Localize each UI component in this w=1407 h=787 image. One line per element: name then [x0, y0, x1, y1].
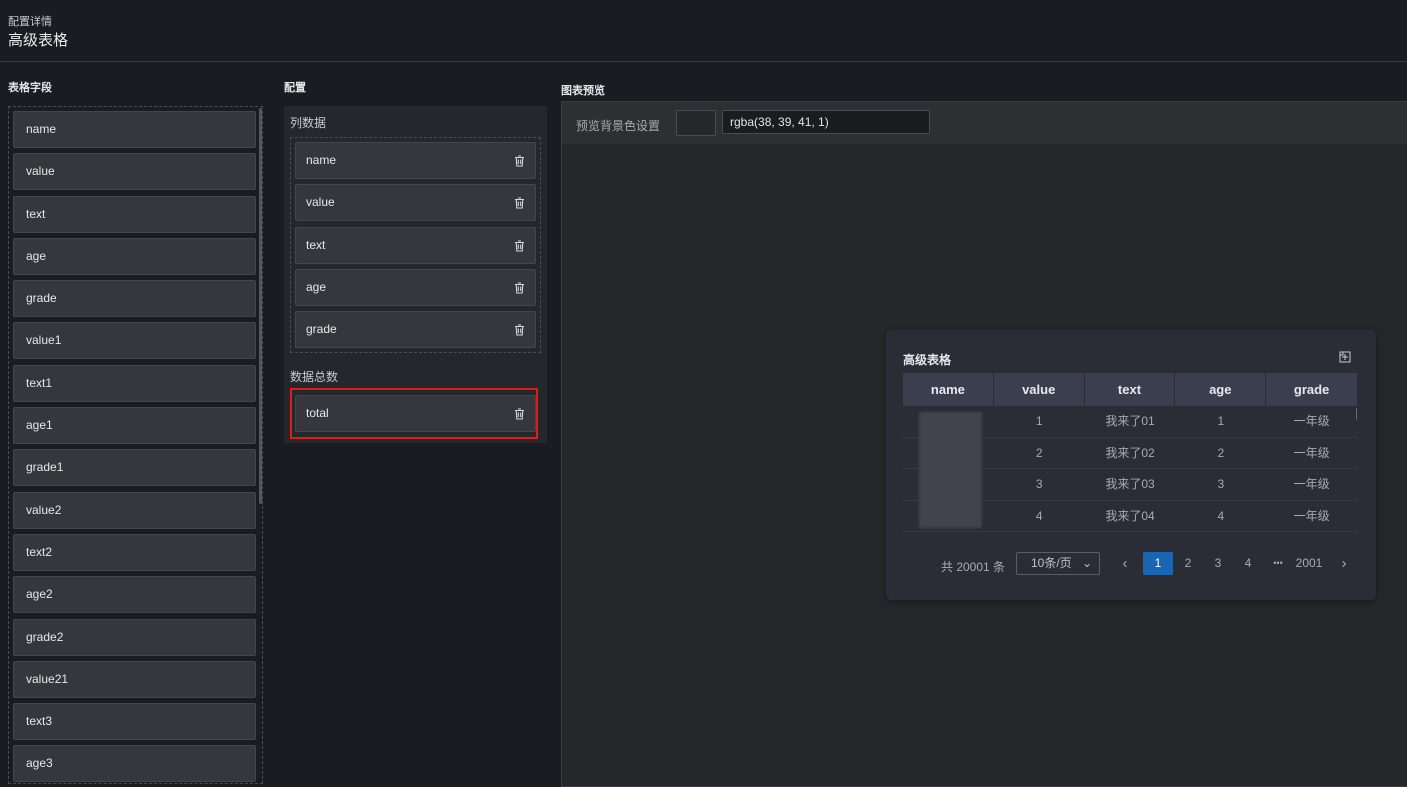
field-item[interactable]: grade1: [13, 449, 256, 487]
total-highlight-box: [290, 388, 538, 439]
table-cell: 3: [1035, 477, 1043, 491]
field-item[interactable]: text2: [13, 533, 256, 571]
page-1[interactable]: 1: [1143, 552, 1173, 575]
table-header-cell: age: [1175, 373, 1267, 406]
table-cell: 2: [1217, 445, 1225, 460]
table-header: name value text age grade: [903, 373, 1357, 406]
field-item[interactable]: text: [13, 195, 256, 233]
columns-dropzone[interactable]: name value text age grade: [290, 137, 541, 353]
advanced-table-card: 高级表格 name value text age grade 1 我来了01 1 一年级 2 我来…: [886, 330, 1376, 600]
table-header-cell: value: [994, 373, 1085, 406]
field-list: name value text age grade value1 text1 age1 grad…: [13, 111, 256, 783]
column-item-label: grade: [306, 322, 337, 337]
next-page-icon[interactable]: ›: [1337, 552, 1351, 575]
table-header-cell: name: [903, 373, 994, 406]
table-cell: 2: [1035, 445, 1043, 460]
table-cell: 一年级: [1293, 508, 1330, 523]
field-item[interactable]: text3: [13, 703, 256, 741]
table-cell: 一年级: [1293, 414, 1330, 428]
page-title: 高级表格: [8, 32, 69, 49]
page-2[interactable]: 2: [1181, 552, 1195, 575]
prev-page-icon[interactable]: ‹: [1118, 552, 1132, 575]
column-config-item[interactable]: value: [295, 184, 536, 222]
field-item[interactable]: age1: [13, 407, 256, 445]
chevron-down-icon: ⌄: [1081, 556, 1092, 570]
column-config-item[interactable]: name: [295, 142, 536, 179]
trash-icon[interactable]: [514, 155, 525, 167]
field-item[interactable]: name: [13, 111, 256, 148]
field-item[interactable]: value21: [13, 660, 256, 698]
card-title: 高级表格: [903, 353, 952, 367]
ellipsis-icon[interactable]: •••: [1269, 552, 1287, 575]
table-cell: 1: [1035, 414, 1043, 428]
table-cell: 一年级: [1293, 477, 1330, 491]
total-count: 共 20001 条: [941, 560, 1006, 574]
column-item-label: text: [306, 237, 326, 252]
column-item-label: age: [306, 279, 327, 294]
page-3[interactable]: 3: [1211, 552, 1225, 575]
field-item[interactable]: text1: [13, 364, 256, 402]
field-item[interactable]: age2: [13, 576, 256, 614]
table-scrollbar[interactable]: [1356, 408, 1357, 420]
field-item[interactable]: value: [13, 153, 256, 191]
page-size-select[interactable]: 10条/页 ⌄: [1016, 552, 1100, 575]
fields-section-title: 表格字段: [8, 82, 52, 94]
table-cell: 3: [1217, 477, 1225, 491]
breadcrumb[interactable]: 配置详情: [8, 13, 52, 29]
header: 配置详情 高级表格: [0, 0, 1407, 62]
fields-panel: name value text age grade value1 text1 age1 grad…: [8, 106, 263, 784]
trash-icon[interactable]: [514, 324, 525, 336]
trash-icon[interactable]: [514, 282, 525, 294]
page-4[interactable]: 4: [1241, 552, 1255, 575]
table-cell: 我来了04: [1105, 508, 1155, 523]
table-header-cell: grade: [1293, 382, 1330, 397]
total-title: 数据总数: [290, 370, 339, 384]
column-item-label: name: [306, 153, 337, 167]
fullscreen-icon[interactable]: [1339, 351, 1351, 363]
field-item[interactable]: value2: [13, 491, 256, 529]
table-cell: 我来了03: [1105, 477, 1155, 491]
columns-title: 列数据: [290, 116, 327, 130]
field-item[interactable]: grade2: [13, 618, 256, 656]
fields-scrollbar[interactable]: [259, 108, 262, 504]
table-cell: 4: [1035, 508, 1043, 523]
data-table: name value text age grade 1 我来了01 1 一年级 2 我来了02 2 一…: [903, 373, 1357, 539]
column-item-label: value: [306, 195, 335, 210]
config-section-title: 配置: [284, 82, 306, 94]
table-cell: 我来了01: [1105, 414, 1155, 428]
field-item[interactable]: value1: [13, 322, 256, 360]
pagination: 共 20001 条 10条/页 ⌄ ‹ 1 2 3 4 ••• 2001 ›: [886, 552, 1376, 576]
preview-section-title: 图表预览: [561, 85, 605, 97]
table-cell: 4: [1217, 508, 1225, 523]
page-last[interactable]: 2001: [1295, 552, 1323, 575]
trash-icon[interactable]: [514, 197, 525, 209]
table-cell: 一年级: [1293, 445, 1330, 460]
table-header-cell: text: [1085, 373, 1176, 406]
field-item[interactable]: age3: [13, 745, 256, 783]
field-item[interactable]: grade: [13, 280, 256, 318]
blurred-name-cells: [919, 412, 982, 528]
column-config-item[interactable]: grade: [295, 311, 536, 349]
bg-color-swatch[interactable]: [676, 110, 716, 136]
page-size-value: 10条/页: [1031, 556, 1072, 570]
table-body: 1 我来了01 1 一年级 2 我来了02 2 一年级 3 我来了03 3 一年级 4 我来了04 4 一年级: [903, 406, 1357, 539]
field-item[interactable]: age: [13, 237, 256, 275]
bg-color-input[interactable]: rgba(38, 39, 41, 1): [722, 110, 930, 134]
table-cell: 1: [1217, 414, 1225, 428]
column-config-item[interactable]: text: [295, 226, 536, 264]
bg-color-label: 预览背景色设置: [576, 119, 661, 133]
column-config-item[interactable]: age: [295, 268, 536, 306]
trash-icon[interactable]: [514, 240, 525, 252]
preview-toolbar: 预览背景色设置 rgba(38, 39, 41, 1): [562, 102, 1407, 144]
table-cell: 我来了02: [1105, 445, 1155, 460]
